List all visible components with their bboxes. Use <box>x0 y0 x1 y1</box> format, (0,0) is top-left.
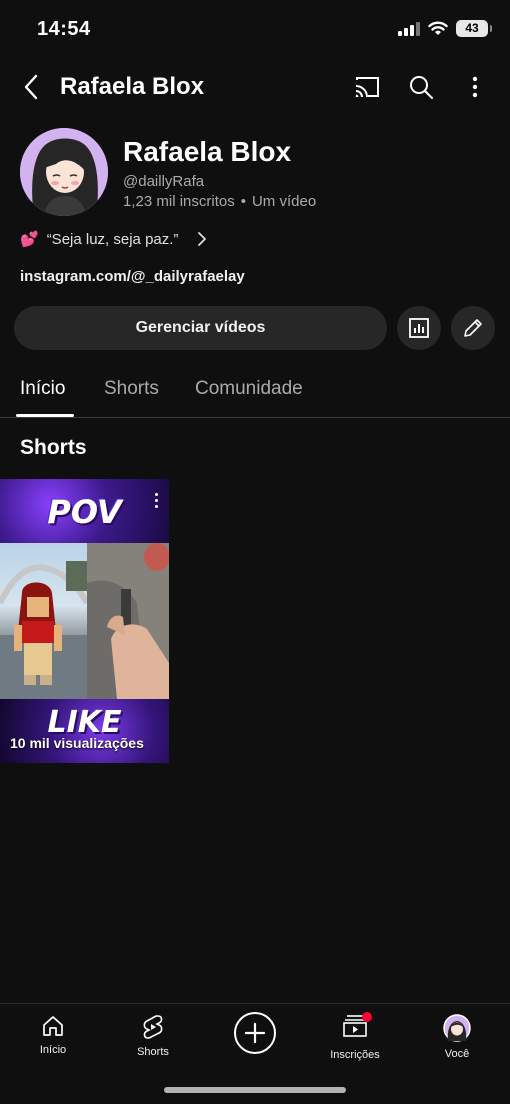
home-indicator <box>164 1087 346 1093</box>
nav-subscriptions-label: Inscrições <box>330 1049 380 1061</box>
pencil-icon <box>464 319 482 337</box>
channel-link[interactable]: instagram.com/@_dailyrafaelay <box>20 268 245 285</box>
more-options-button[interactable] <box>458 70 492 104</box>
subscriber-count: 1,23 mil inscritos <box>123 193 235 210</box>
nav-shorts-label: Shorts <box>137 1046 169 1058</box>
back-button[interactable] <box>14 70 48 104</box>
cast-icon <box>355 77 379 98</box>
status-icons: 43 <box>398 20 492 37</box>
nav-subscriptions[interactable]: Inscrições <box>310 1012 400 1061</box>
nav-home-label: Início <box>39 1044 67 1056</box>
cast-button[interactable] <box>350 70 384 104</box>
avatar-icon <box>443 1014 471 1042</box>
create-icon <box>244 1022 266 1044</box>
channel-name: Rafaela Blox <box>123 136 292 167</box>
search-button[interactable] <box>404 70 438 104</box>
signal-icon <box>398 21 420 36</box>
shorts-section-title: Shorts <box>20 436 87 459</box>
avatar-illustration <box>20 128 108 216</box>
short-view-count: 10 mil visualizações <box>10 735 144 751</box>
short-video-card[interactable]: POV LIKE 10 mil visualizações <box>0 479 169 763</box>
stats-separator: • <box>240 193 246 210</box>
channel-avatar[interactable] <box>20 128 108 216</box>
header-title: Rafaela Blox <box>60 73 205 100</box>
header-actions <box>350 70 492 104</box>
battery-icon: 43 <box>456 20 492 37</box>
notification-dot <box>362 1012 372 1022</box>
short-game-scene <box>0 543 87 699</box>
create-button[interactable] <box>234 1012 276 1054</box>
shorts-icon <box>143 1015 163 1039</box>
channel-stats: 1,23 mil inscritos • Um vídeo <box>123 193 316 210</box>
nav-home[interactable]: Início <box>8 1014 98 1056</box>
analytics-button[interactable] <box>397 306 441 350</box>
top-app-bar: Rafaela Blox <box>0 60 510 116</box>
short-real-scene <box>87 543 169 699</box>
nav-shorts[interactable]: Shorts <box>108 1014 198 1058</box>
active-tab-indicator <box>16 414 74 417</box>
short-more-options[interactable] <box>153 493 159 508</box>
status-bar: 14:54 43 <box>0 0 510 60</box>
chevron-right-icon <box>198 232 207 246</box>
short-top-text: POV <box>47 493 122 531</box>
nav-you-label: Você <box>444 1048 470 1060</box>
more-vertical-icon <box>472 76 478 98</box>
nav-you[interactable]: Você <box>412 1014 502 1060</box>
subscriptions-icon-wrap <box>342 1012 372 1043</box>
channel-handle: @daillyRafa <box>123 173 205 190</box>
video-count: Um vídeo <box>251 193 317 210</box>
tab-comunidade[interactable]: Comunidade <box>195 378 303 400</box>
channel-description[interactable]: 💕 “Seja luz, seja paz.” <box>20 230 208 248</box>
status-time: 14:54 <box>37 18 91 40</box>
edit-channel-button[interactable] <box>451 306 495 350</box>
manage-videos-button[interactable]: Gerenciar vídeos <box>14 306 387 350</box>
home-icon <box>43 1016 63 1036</box>
chevron-left-icon <box>24 74 38 100</box>
tab-shorts[interactable]: Shorts <box>104 378 159 400</box>
wifi-icon <box>428 21 448 35</box>
hearts-emoji-icon: 💕 <box>20 231 39 248</box>
analytics-icon <box>409 318 429 338</box>
search-icon <box>410 76 433 99</box>
tab-inicio[interactable]: Início <box>20 378 65 400</box>
channel-tabs: Início Shorts Comunidade <box>0 362 510 418</box>
description-text: “Seja luz, seja paz.” <box>46 230 179 248</box>
